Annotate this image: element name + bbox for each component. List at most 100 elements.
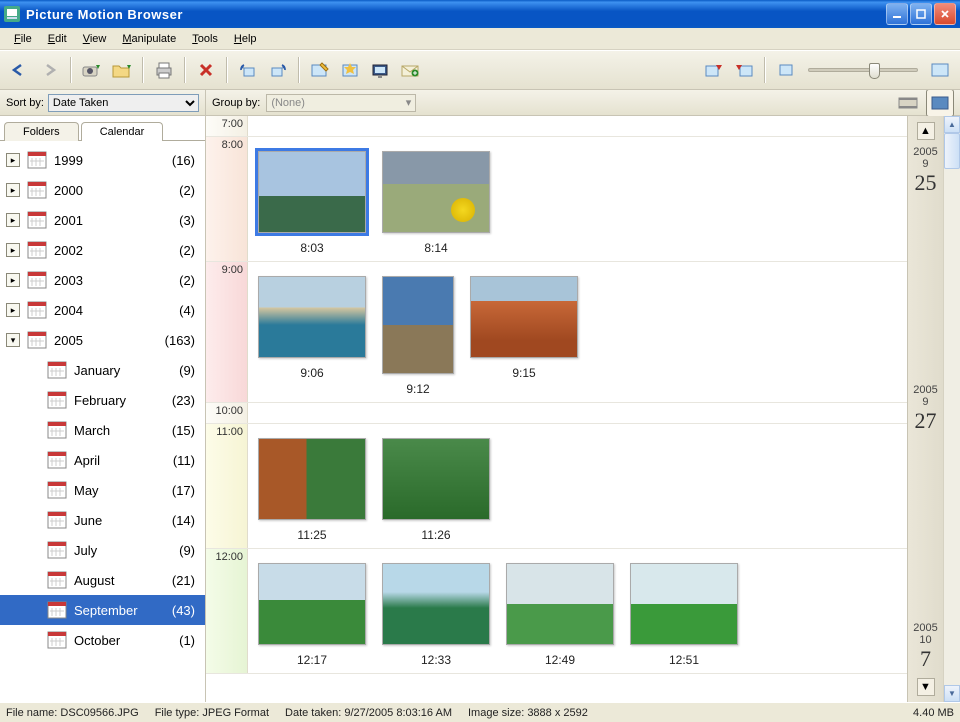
year-label: 2002 [54, 243, 179, 258]
group-select[interactable]: (None)▾ [266, 94, 416, 112]
thumb-large-icon[interactable] [926, 56, 954, 84]
rotate-right-button[interactable] [264, 56, 292, 84]
expand-icon[interactable]: ▸ [6, 273, 20, 287]
email-button[interactable] [396, 56, 424, 84]
thumb-small-icon[interactable] [772, 56, 800, 84]
calendar-icon [26, 149, 48, 171]
back-button[interactable] [6, 56, 34, 84]
expand-icon[interactable]: ▸ [6, 303, 20, 317]
menu-manipulate[interactable]: Manipulate [114, 31, 184, 47]
month-count: (17) [172, 483, 195, 498]
menu-help[interactable]: Help [226, 31, 265, 47]
status-datetaken: 9/27/2005 8:03:16 AM [344, 707, 452, 719]
thumbnail[interactable] [258, 151, 366, 233]
year-row[interactable]: ▸2002(2) [0, 235, 205, 265]
year-row[interactable]: ▾2005(163) [0, 325, 205, 355]
year-row[interactable]: ▸1999(16) [0, 145, 205, 175]
year-label: 2000 [54, 183, 179, 198]
ribbon-down-button[interactable]: ▼ [917, 678, 935, 696]
thumbnail-area[interactable]: 7:00 8:00 8:03 8:14 9:00 9:06 9:12 9:15 [206, 116, 907, 702]
minimize-button[interactable] [886, 3, 908, 25]
month-count: (14) [172, 513, 195, 528]
menubar: File Edit View Manipulate Tools Help [0, 28, 960, 50]
toolbar [0, 50, 960, 90]
expand-icon[interactable]: ▸ [6, 153, 20, 167]
tab-calendar[interactable]: Calendar [81, 122, 164, 141]
zoom-slider[interactable] [808, 68, 918, 72]
menu-view[interactable]: View [75, 31, 115, 47]
thumb-time: 8:14 [424, 241, 447, 255]
month-row[interactable]: October(1) [0, 625, 205, 655]
menu-file[interactable]: File [6, 31, 40, 47]
ribbon-up-button[interactable]: ▲ [917, 122, 935, 140]
sort-select[interactable]: Date Taken [48, 94, 199, 112]
thumbnail[interactable] [258, 563, 366, 645]
month-label: January [74, 363, 179, 378]
year-row[interactable]: ▸2001(3) [0, 205, 205, 235]
date-card[interactable]: 2005925 [913, 146, 937, 196]
thumbnail[interactable] [258, 438, 366, 520]
date-card[interactable]: 2005107 [913, 622, 937, 672]
expand-icon[interactable]: ▸ [6, 213, 20, 227]
autocorrect-button[interactable] [336, 56, 364, 84]
export-image-alt-button[interactable] [730, 56, 758, 84]
maximize-button[interactable] [910, 3, 932, 25]
rotate-left-button[interactable] [234, 56, 262, 84]
scroll-thumb[interactable] [944, 133, 960, 169]
menu-tools[interactable]: Tools [184, 31, 226, 47]
statusbar: File name: DSC09566.JPG File type: JPEG … [0, 702, 960, 722]
month-row[interactable]: February(23) [0, 385, 205, 415]
thumb-time: 11:26 [421, 528, 450, 542]
month-row[interactable]: June(14) [0, 505, 205, 535]
menu-edit[interactable]: Edit [40, 31, 75, 47]
calendar-icon [46, 359, 68, 381]
year-row[interactable]: ▸2000(2) [0, 175, 205, 205]
edit-image-button[interactable] [306, 56, 334, 84]
thumb-time: 8:03 [300, 241, 323, 255]
thumbnail[interactable] [630, 563, 738, 645]
scrollbar[interactable]: ▲ ▼ [943, 116, 960, 702]
month-count: (43) [172, 603, 195, 618]
scroll-down-button[interactable]: ▼ [944, 685, 960, 702]
open-folder-button[interactable] [108, 56, 136, 84]
thumbnail[interactable] [470, 276, 578, 358]
month-row[interactable]: September(43) [0, 595, 205, 625]
forward-button[interactable] [36, 56, 64, 84]
thumb-time: 12:17 [297, 653, 327, 667]
thumbnail[interactable] [382, 438, 490, 520]
close-button[interactable] [934, 3, 956, 25]
export-image-button[interactable] [700, 56, 728, 84]
month-row[interactable]: January(9) [0, 355, 205, 385]
status-filesize: 4.40 MB [913, 707, 954, 719]
import-button[interactable] [78, 56, 106, 84]
year-row[interactable]: ▸2004(4) [0, 295, 205, 325]
month-row[interactable]: July(9) [0, 535, 205, 565]
print-button[interactable] [150, 56, 178, 84]
calendar-icon [46, 509, 68, 531]
month-label: August [74, 573, 172, 588]
thumbnail[interactable] [506, 563, 614, 645]
status-filetype: JPEG Format [202, 707, 269, 719]
delete-button[interactable] [192, 56, 220, 84]
month-row[interactable]: March(15) [0, 415, 205, 445]
month-label: May [74, 483, 172, 498]
scroll-up-button[interactable]: ▲ [944, 116, 960, 133]
month-row[interactable]: May(17) [0, 475, 205, 505]
month-label: April [74, 453, 173, 468]
thumbnail[interactable] [382, 563, 490, 645]
thumbnail[interactable] [382, 151, 490, 233]
month-row[interactable]: April(11) [0, 445, 205, 475]
expand-icon[interactable]: ▸ [6, 243, 20, 257]
thumbnail[interactable] [258, 276, 366, 358]
date-card-current[interactable]: 2005927 [913, 341, 937, 478]
collapse-icon[interactable]: ▾ [6, 333, 20, 347]
thumbnail[interactable] [382, 276, 454, 374]
slideshow-button[interactable] [366, 56, 394, 84]
year-row[interactable]: ▸2003(2) [0, 265, 205, 295]
expand-icon[interactable]: ▸ [6, 183, 20, 197]
view-grid-button[interactable] [926, 90, 954, 117]
calendar-icon [46, 569, 68, 591]
view-filmstrip-button[interactable] [894, 90, 922, 117]
month-row[interactable]: August(21) [0, 565, 205, 595]
tab-folders[interactable]: Folders [4, 122, 79, 141]
